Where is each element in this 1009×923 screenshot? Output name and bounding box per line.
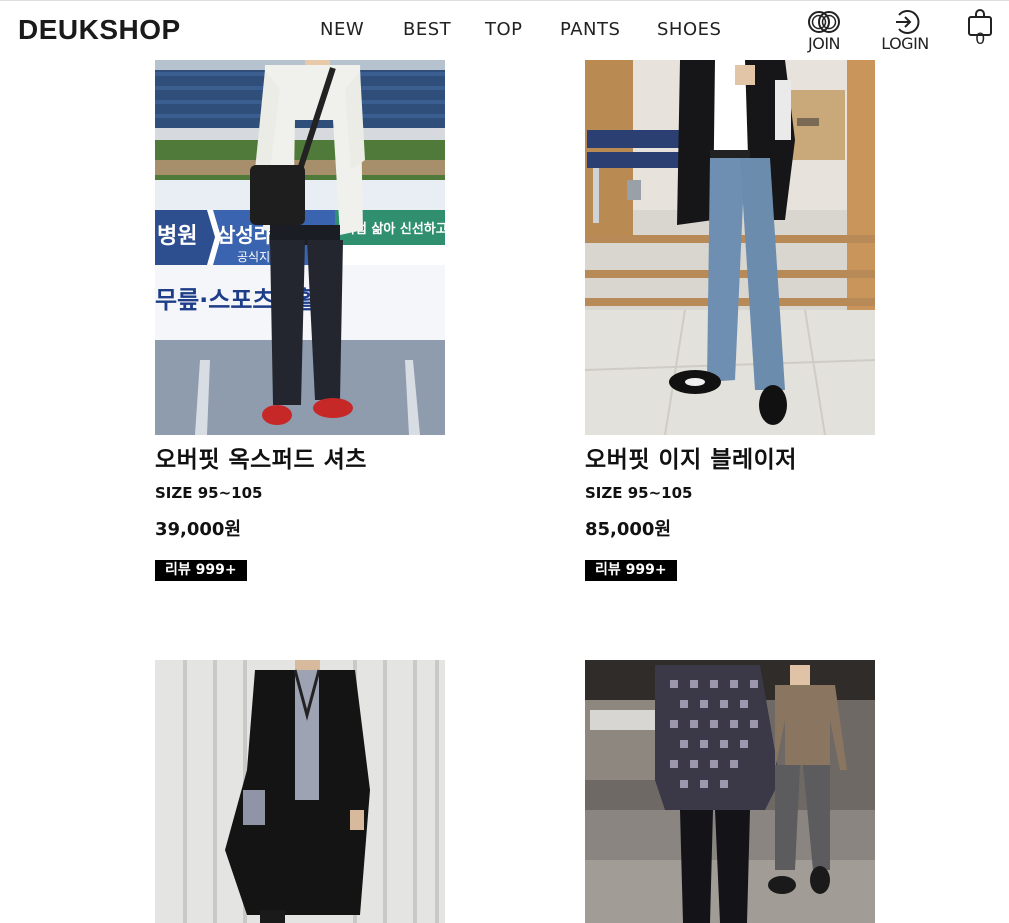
site-logo[interactable]: DEUKSHOP xyxy=(18,14,181,46)
cart-count: 0 xyxy=(975,29,985,48)
nav-item-top[interactable]: TOP xyxy=(485,19,523,40)
product-photo[interactable] xyxy=(155,660,445,923)
rings-icon xyxy=(796,9,852,35)
review-badge[interactable]: 리뷰 999+ xyxy=(585,560,677,581)
site-header: DEUKSHOP NEW BEST TOP PANTS SHOES JOIN L… xyxy=(0,0,1009,60)
product-photo[interactable] xyxy=(585,60,875,435)
cart-button[interactable]: 0 xyxy=(952,9,1008,57)
product-name[interactable]: 오버핏 옥스퍼드 셔츠 xyxy=(155,440,367,474)
nav-item-shoes[interactable]: SHOES xyxy=(657,19,721,40)
login-button[interactable]: LOGIN xyxy=(877,9,933,57)
product-photo[interactable] xyxy=(585,660,875,923)
product-size: SIZE 95~105 xyxy=(155,484,263,502)
nav-item-pants[interactable]: PANTS xyxy=(560,19,620,40)
photo-signage-1: 병원 xyxy=(157,224,197,249)
nav-item-best[interactable]: BEST xyxy=(403,19,451,40)
product-name[interactable]: 오버핏 이지 블레이저 xyxy=(585,440,797,474)
login-label: LOGIN xyxy=(881,34,929,53)
join-button[interactable]: JOIN xyxy=(796,9,852,57)
product-photo[interactable]: 병원 삼성라 공식지정 무릎·스포츠재활 직접 삶아 신선하고 xyxy=(155,60,445,435)
nav-item-new[interactable]: NEW xyxy=(320,19,364,40)
login-arrow-icon xyxy=(877,9,933,35)
review-badge[interactable]: 리뷰 999+ xyxy=(155,560,247,581)
product-price: 39,000원 xyxy=(155,519,242,540)
join-label: JOIN xyxy=(808,34,841,53)
product-price: 85,000원 xyxy=(585,519,672,540)
product-size: SIZE 95~105 xyxy=(585,484,693,502)
